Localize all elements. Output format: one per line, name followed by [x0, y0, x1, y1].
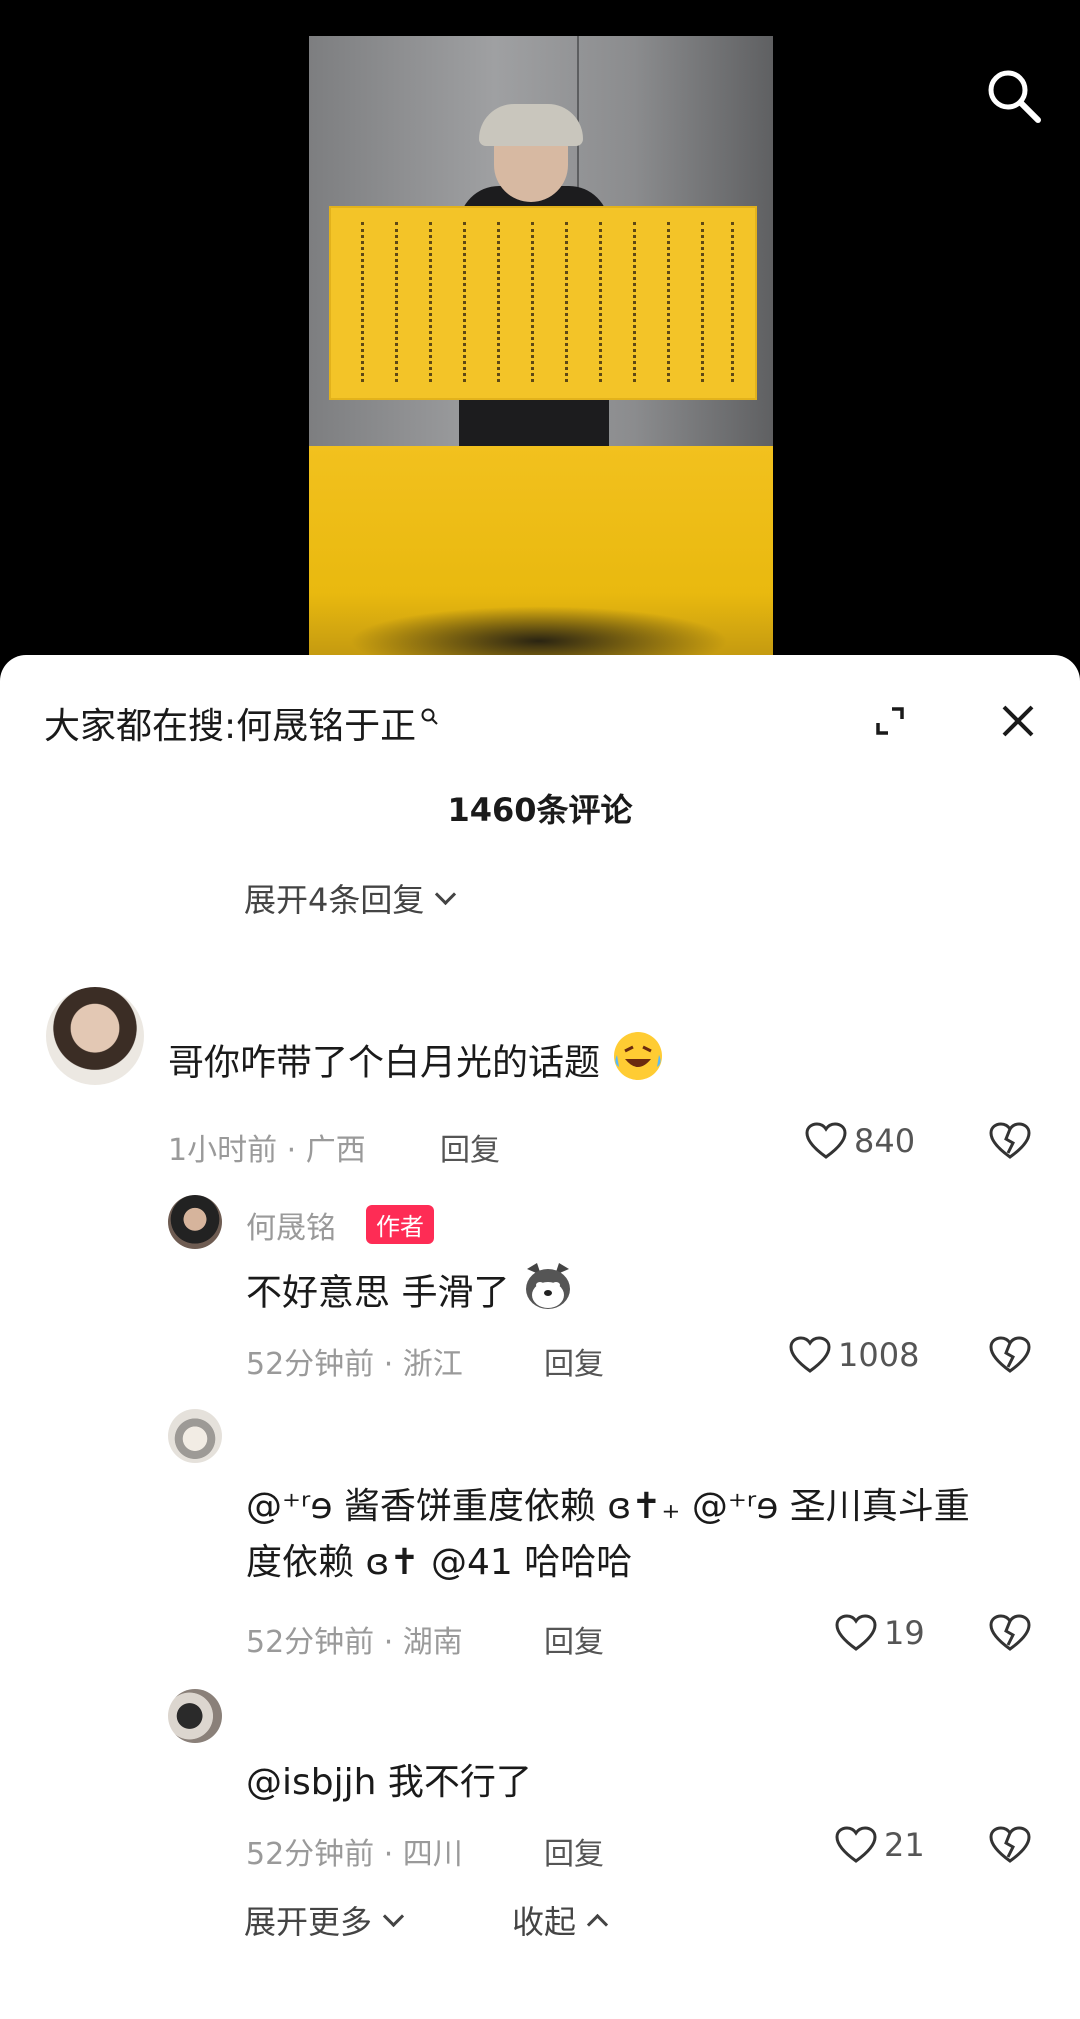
small-search-icon [420, 695, 440, 736]
collapse-label: 收起 [512, 1903, 577, 1941]
author-badge: 作者 [366, 1205, 434, 1244]
collapse-button[interactable]: 收起 [512, 1897, 609, 1943]
reply-button[interactable]: 回复 [544, 1617, 604, 1661]
comment-time: 1小时前 [168, 1133, 278, 1168]
heart-icon [789, 1336, 831, 1373]
calligraphy-scroll [329, 206, 757, 400]
reply-button[interactable]: 回复 [544, 1339, 604, 1383]
dog-emoji-icon [521, 1259, 575, 1330]
comment-meta: 1小时前 · 广西 [168, 1133, 366, 1168]
close-icon[interactable] [996, 699, 1040, 743]
heart-icon [835, 1614, 877, 1651]
comment-text-content: 不好意思 手滑了 [246, 1272, 510, 1314]
comment-text-line: 度依赖 ɞ✝ @41 哈哈哈 [246, 1542, 633, 1583]
comment-text: 哥你咋带了个白月光的话题 [168, 1029, 665, 1100]
laugh-cry-emoji-icon [611, 1029, 665, 1100]
trending-search-label: 大家都在搜: [44, 706, 237, 747]
comment-text: 不好意思 手滑了 [246, 1259, 575, 1330]
avatar[interactable] [168, 1409, 222, 1463]
comment-text-line: @⁺ʳɘ 酱香饼重度依赖 ɞ✝₊ @⁺ʳɘ 圣川真斗重 [246, 1486, 970, 1527]
comment-meta: 52分钟前 · 浙江 [246, 1347, 463, 1382]
broken-heart-icon [989, 1826, 1031, 1863]
dislike-button[interactable] [988, 1825, 1032, 1869]
expand-replies-label: 展开4条回复 [244, 881, 425, 919]
comments-count: 1460条评论 [447, 791, 633, 829]
dislike-button[interactable] [988, 1335, 1032, 1379]
heart-icon [805, 1122, 847, 1159]
comments-sheet: 大家都在搜: 何晟铭于正 1460条评论 展开4条回复 哥你咋带了个白月光的话题… [0, 655, 1080, 2019]
comment-location: 湖南 [402, 1625, 463, 1660]
comment-text: @⁺ʳɘ 酱香饼重度依赖 ɞ✝₊ @⁺ʳɘ 圣川真斗重 度依赖 ɞ✝ @41 哈… [246, 1479, 970, 1591]
comment-time: 52分钟前 [246, 1837, 375, 1872]
search-icon[interactable] [982, 64, 1046, 128]
comment-meta: 52分钟前 · 四川 [246, 1837, 463, 1872]
avatar[interactable] [168, 1689, 222, 1743]
chevron-down-icon [382, 1905, 405, 1927]
like-button[interactable]: 1008 [788, 1335, 919, 1375]
reply-button[interactable]: 回复 [440, 1125, 500, 1169]
reply-button[interactable]: 回复 [544, 1829, 604, 1873]
trending-search-link[interactable]: 大家都在搜: 何晟铭于正 [44, 697, 440, 749]
like-button[interactable]: 19 [834, 1613, 925, 1653]
like-count: 21 [884, 1826, 925, 1864]
broken-heart-icon [989, 1336, 1031, 1373]
trending-search-query: 何晟铭于正 [236, 706, 417, 747]
like-button[interactable]: 840 [804, 1121, 915, 1161]
dislike-button[interactable] [988, 1613, 1032, 1657]
comment-username[interactable]: 何晟铭 [246, 1203, 336, 1247]
like-count: 19 [884, 1614, 925, 1652]
comment-text: @isbjjh 我不行了 [246, 1762, 532, 1803]
like-count: 1008 [838, 1336, 920, 1374]
comment-location: 浙江 [402, 1347, 463, 1382]
expand-replies-button[interactable]: 展开4条回复 [244, 875, 457, 921]
chevron-down-icon [435, 883, 457, 905]
heart-icon [835, 1826, 877, 1863]
video-frame [309, 36, 773, 656]
dislike-button[interactable] [988, 1121, 1032, 1165]
expand-more-label: 展开更多 [244, 1903, 373, 1941]
broken-heart-icon [989, 1614, 1031, 1651]
bucket-hat [479, 104, 583, 146]
comment-text-content: 哥你咋带了个白月光的话题 [168, 1042, 601, 1084]
comment-location: 广西 [305, 1133, 366, 1168]
comment-meta: 52分钟前 · 湖南 [246, 1625, 463, 1660]
expand-icon[interactable] [870, 701, 910, 741]
comment-time: 52分钟前 [246, 1625, 375, 1660]
like-button[interactable]: 21 [834, 1825, 925, 1865]
expand-more-button[interactable]: 展开更多 [244, 1897, 405, 1943]
like-count: 840 [854, 1122, 916, 1160]
avatar[interactable] [168, 1195, 222, 1249]
broken-heart-icon [989, 1122, 1031, 1159]
comment-time: 52分钟前 [246, 1347, 375, 1382]
avatar[interactable] [46, 987, 144, 1085]
comment-location: 四川 [402, 1837, 463, 1872]
chevron-up-icon [586, 1913, 609, 1935]
video-player[interactable] [0, 0, 1080, 660]
